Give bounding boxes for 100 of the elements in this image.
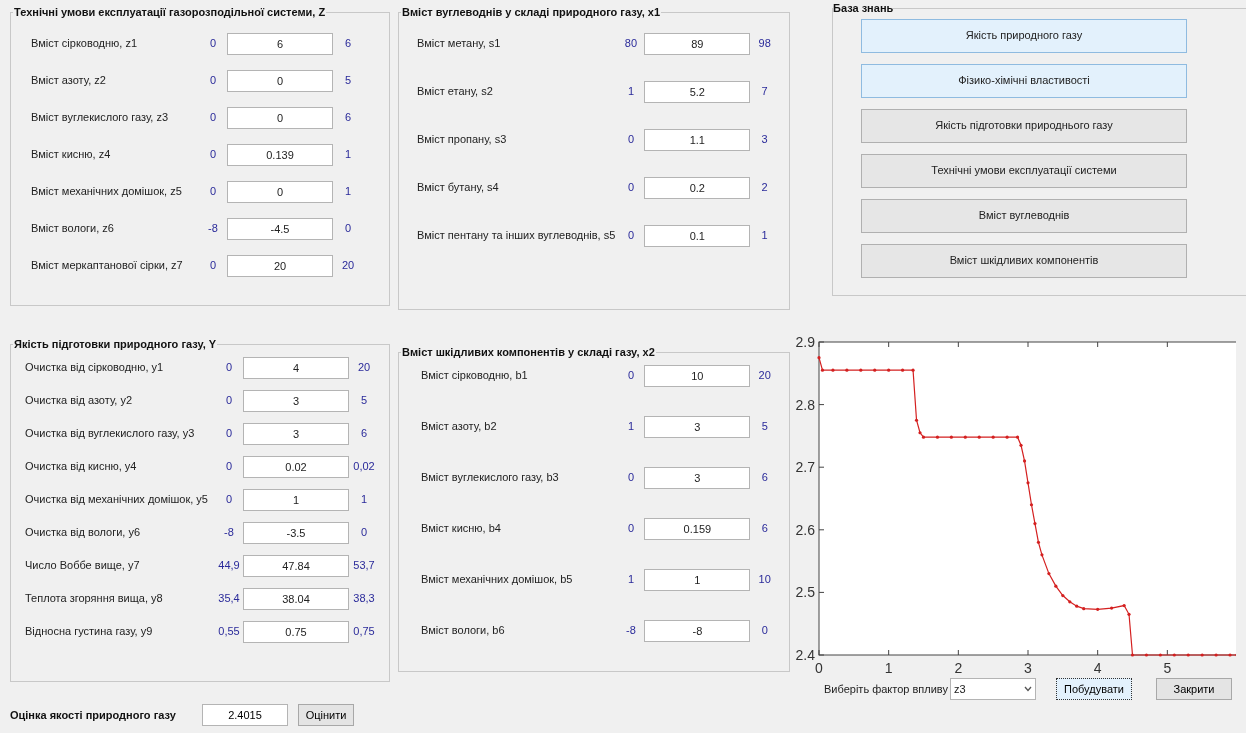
value-field[interactable]: 0.75 [243,620,349,643]
value-field[interactable]: 38.04 [243,587,349,610]
y-tick-label: 2.8 [795,396,816,413]
value-field[interactable]: 89 [644,32,751,55]
y-tick: 2.6 [795,521,825,538]
min-value: 0 [224,492,234,508]
field-label: Вміст вологи, z6 [30,221,115,237]
value-field[interactable]: 0 [227,106,333,129]
min-value: 44,9 [217,558,241,574]
value-field[interactable]: 3 [243,422,349,445]
y-tick: 2.9 [795,334,825,350]
value-field[interactable]: 3 [644,415,751,438]
min-value: 0,55 [217,624,241,640]
y-tick-label: 2.7 [795,459,816,476]
min-value: 1 [626,572,636,588]
min-value: 0 [208,184,218,200]
field-label: Очистка від вуглекислого газу, y3 [24,426,196,442]
field-label: Теплота згоряння вища, y8 [24,591,164,607]
min-value: -8 [223,525,235,541]
value-field[interactable]: 0.2 [644,176,751,199]
field-label: Очистка від механічних домішок, y5 [24,492,209,508]
max-value: 53,7 [352,558,376,574]
close-button[interactable]: Закрити [1156,678,1232,700]
y-tick-label: 2.6 [795,521,816,538]
field-label: Очистка від сірководню, y1 [24,360,165,376]
x-tick: 5 [1163,649,1172,676]
min-value: 0 [208,73,218,89]
value-field[interactable]: 47.84 [243,554,349,577]
field-label: Вміст меркаптанової сірки, z7 [30,258,184,274]
x-tick-label: 3 [1024,660,1033,676]
value-field[interactable]: 5.2 [644,80,751,103]
value-field[interactable]: -4.5 [227,217,333,240]
max-value: 1 [760,228,769,244]
panel-title: Технічні умови експлуатації газорозподільної системи, Z [13,5,327,20]
value-field[interactable]: 10 [644,364,751,387]
max-value: 38,3 [352,591,376,607]
knowledge-button[interactable]: Якість підготовки природнього газу [861,108,1187,143]
min-value: 0 [208,36,218,52]
value-field[interactable]: 1 [644,568,751,591]
value-field[interactable]: -8 [644,619,751,642]
x-tick: 4 [1093,649,1102,676]
max-value: 1 [343,147,353,163]
field-label: Вміст механічних домішок, z5 [30,184,183,200]
max-value: 5 [760,419,769,435]
value-field[interactable]: 0.139 [227,143,333,166]
value-field[interactable]: 0 [227,180,333,203]
value-field[interactable]: 1.1 [644,128,751,151]
y-tick: 2.8 [795,396,825,413]
value-field[interactable]: 1 [243,488,349,511]
max-value: 20 [757,368,772,384]
knowledge-button[interactable]: Вміст шкідливих компонентів [861,243,1187,278]
value-field[interactable]: 3 [243,389,349,412]
max-value: 6 [343,110,353,126]
field-label: Вміст сірководню, b1 [420,368,529,384]
value-field[interactable]: 4 [243,356,349,379]
value-field[interactable]: 3 [644,466,751,489]
max-value: 7 [760,84,769,100]
max-value: 5 [359,393,369,409]
x-tick: 1 [884,649,893,676]
value-field[interactable]: 0.159 [644,517,751,540]
field-label: Вміст етану, s2 [416,84,494,100]
x-tick: 2 [954,649,963,676]
min-value: 0 [208,110,218,126]
build-button[interactable]: Побудувати [1056,678,1132,700]
field-label: Вміст вуглекислого газу, z3 [30,110,170,126]
knowledge-button[interactable]: Якість природного газу [861,18,1187,53]
panel-title: Вміст вуглеводнів у складі природного газу, x1 [401,5,662,20]
max-value: 6 [760,521,769,537]
field-label: Очистка від кисню, y4 [24,459,138,475]
min-value: 1 [626,84,636,100]
field-label: Вміст пропану, s3 [416,132,508,148]
max-value: 10 [757,572,772,588]
value-field[interactable]: -3.5 [243,521,349,544]
factor-dropdown[interactable]: z3 [950,678,1036,700]
min-value: 1 [626,419,636,435]
knowledge-button[interactable]: Вміст вуглеводнів [861,198,1187,233]
min-value: 0 [626,228,636,244]
field-label: Число Воббе вище, y7 [24,558,141,574]
value-field[interactable]: 0 [227,69,333,92]
x-tick-label: 4 [1093,660,1102,676]
field-label: Вміст вологи, b6 [420,623,506,639]
field-label: Відносна густина газу, y9 [24,624,154,640]
knowledge-button[interactable]: Фізико-хімічні властивості [861,63,1187,98]
min-value: -8 [207,221,219,237]
evaluate-button[interactable]: Оцінити [298,704,354,726]
field-label: Очистка від азоту, y2 [24,393,134,409]
value-field[interactable]: 0.1 [644,224,751,247]
knowledge-button[interactable]: Технічні умови експлуатації системи [861,153,1187,188]
value-field[interactable]: 6 [227,32,333,55]
value-field[interactable]: 20 [227,254,333,277]
assessment-field[interactable]: 2.4015 [202,704,288,726]
field-label: Вміст кисню, b4 [420,521,502,537]
panel-title: База знань [833,1,894,16]
max-value: 6 [359,426,369,442]
field-label: Очистка від вологи, y6 [24,525,142,541]
value-field[interactable]: 0.02 [243,455,349,478]
y-tick: 2.7 [795,459,825,476]
field-label: Вміст вуглекислого газу, b3 [420,470,560,486]
x-tick-label: 5 [1163,660,1172,676]
max-value: 1 [359,492,369,508]
